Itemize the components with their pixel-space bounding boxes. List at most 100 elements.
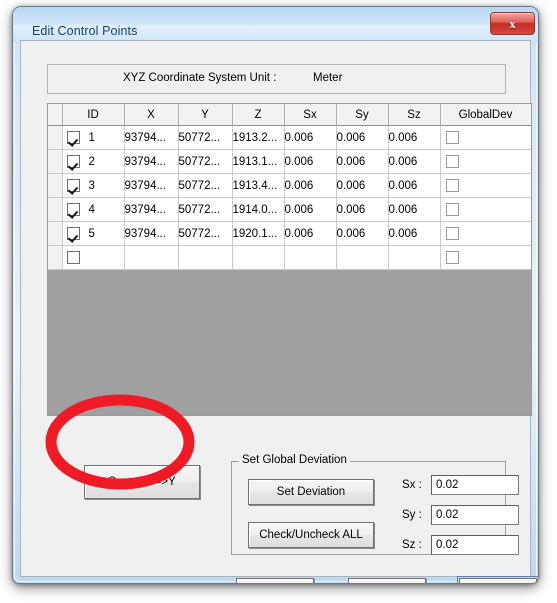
close-icon: x bbox=[509, 16, 516, 31]
cell-sx[interactable]: 0.006 bbox=[284, 125, 337, 150]
cell-sz[interactable]: 0.006 bbox=[388, 197, 441, 222]
cell-y[interactable]: 50772... bbox=[178, 125, 233, 150]
cell-y[interactable]: 50772... bbox=[178, 173, 233, 198]
cell-sy[interactable] bbox=[336, 245, 389, 270]
cell-sy[interactable]: 0.006 bbox=[336, 173, 389, 198]
control-points-grid[interactable]: ID X Y Z Sx Sy Sz GlobalDev 1 93794... 507… bbox=[47, 103, 532, 416]
cell-id[interactable]: 2 bbox=[62, 149, 125, 174]
cell-sy[interactable]: 0.006 bbox=[336, 221, 389, 246]
cell-globaldev[interactable] bbox=[440, 125, 531, 150]
cell-y[interactable] bbox=[178, 245, 233, 270]
row-checkbox[interactable] bbox=[66, 131, 80, 144]
cell-sx[interactable]: 0.006 bbox=[284, 149, 337, 174]
cell-sy[interactable]: 0.006 bbox=[336, 197, 389, 222]
row-selector-cell[interactable] bbox=[48, 245, 63, 270]
row-id-label: 5 bbox=[88, 227, 95, 240]
cell-sz[interactable]: 0.006 bbox=[388, 173, 441, 198]
save-as-button[interactable]: Save As bbox=[236, 578, 314, 583]
close-button[interactable]: x bbox=[490, 12, 535, 35]
globaldev-checkbox[interactable] bbox=[445, 251, 459, 264]
row-selector-cell[interactable] bbox=[48, 149, 63, 174]
set-deviation-button[interactable]: Set Deviation bbox=[248, 479, 374, 505]
cell-id[interactable]: 5 bbox=[62, 221, 125, 246]
cell-id[interactable] bbox=[62, 245, 125, 270]
cell-globaldev[interactable] bbox=[440, 221, 531, 246]
cancel-button[interactable]: Cancel bbox=[348, 578, 426, 583]
cell-z[interactable]: 1913.1... bbox=[232, 149, 285, 174]
coordinate-unit-panel: XYZ Coordinate System Unit : Meter bbox=[47, 64, 506, 94]
cell-x[interactable]: 93794... bbox=[124, 149, 179, 174]
column-header-select[interactable] bbox=[48, 104, 63, 126]
cell-sx[interactable]: 0.006 bbox=[284, 173, 337, 198]
row-selector-cell[interactable] bbox=[48, 221, 63, 246]
cell-z[interactable]: 1920.1... bbox=[232, 221, 285, 246]
cell-z[interactable]: 1913.4... bbox=[232, 173, 285, 198]
sy-input[interactable]: 0.02 bbox=[431, 505, 519, 525]
cell-x[interactable]: 93794... bbox=[124, 221, 179, 246]
cell-globaldev[interactable] bbox=[440, 173, 531, 198]
column-header-sy[interactable]: Sy bbox=[336, 104, 389, 126]
window-title: Edit Control Points bbox=[32, 24, 138, 38]
cell-sz[interactable]: 0.006 bbox=[388, 149, 441, 174]
table-row[interactable]: 1 93794... 50772... 1913.2... 0.006 0.006 0.00… bbox=[48, 125, 531, 150]
table-row[interactable] bbox=[48, 245, 531, 270]
sz-input[interactable]: 0.02 bbox=[431, 535, 519, 555]
cell-sx[interactable]: 0.006 bbox=[284, 197, 337, 222]
cell-z[interactable] bbox=[232, 245, 285, 270]
cell-y[interactable]: 50772... bbox=[178, 149, 233, 174]
cell-sy[interactable]: 0.006 bbox=[336, 149, 389, 174]
cell-sy[interactable]: 0.006 bbox=[336, 125, 389, 150]
dialog-window: Edit Control Points x XYZ Coordinate Sys… bbox=[12, 6, 539, 584]
table-row[interactable]: 4 93794... 50772... 1914.0... 0.006 0.006 0.00… bbox=[48, 197, 531, 222]
row-checkbox[interactable] bbox=[66, 155, 80, 168]
cell-sz[interactable] bbox=[388, 245, 441, 270]
cell-globaldev[interactable] bbox=[440, 149, 531, 174]
row-checkbox[interactable] bbox=[66, 251, 80, 264]
cell-id[interactable]: 1 bbox=[62, 125, 125, 150]
table-row[interactable]: 2 93794... 50772... 1913.1... 0.006 0.006 0.00… bbox=[48, 149, 531, 174]
cell-sx[interactable]: 0.006 bbox=[284, 221, 337, 246]
row-checkbox[interactable] bbox=[66, 203, 80, 216]
row-checkbox[interactable] bbox=[66, 179, 80, 192]
column-header-y[interactable]: Y bbox=[178, 104, 233, 126]
sx-input[interactable]: 0.02 bbox=[431, 475, 519, 495]
cell-z[interactable]: 1913.2... bbox=[232, 125, 285, 150]
row-selector-cell[interactable] bbox=[48, 173, 63, 198]
cell-sz[interactable]: 0.006 bbox=[388, 125, 441, 150]
row-selector-cell[interactable] bbox=[48, 125, 63, 150]
column-header-id[interactable]: ID bbox=[62, 104, 125, 126]
sx-label: Sx : bbox=[402, 479, 422, 491]
table-row[interactable]: 5 93794... 50772... 1920.1... 0.006 0.006 0.00… bbox=[48, 221, 531, 246]
cell-x[interactable]: 93794... bbox=[124, 197, 179, 222]
globaldev-checkbox[interactable] bbox=[445, 179, 459, 192]
swap-xy-button[interactable]: Swap X<=>Y bbox=[84, 465, 200, 499]
cell-x[interactable]: 93794... bbox=[124, 125, 179, 150]
column-header-sz[interactable]: Sz bbox=[388, 104, 441, 126]
cell-sz[interactable]: 0.006 bbox=[388, 221, 441, 246]
sz-label: Sz : bbox=[402, 539, 422, 551]
globaldev-checkbox[interactable] bbox=[445, 155, 459, 168]
cell-sx[interactable] bbox=[284, 245, 337, 270]
column-header-x[interactable]: X bbox=[124, 104, 179, 126]
cell-id[interactable]: 4 bbox=[62, 197, 125, 222]
cell-globaldev[interactable] bbox=[440, 197, 531, 222]
column-header-z[interactable]: Z bbox=[232, 104, 285, 126]
cell-x[interactable]: 93794... bbox=[124, 173, 179, 198]
cell-y[interactable]: 50772... bbox=[178, 197, 233, 222]
cell-id[interactable]: 3 bbox=[62, 173, 125, 198]
row-selector-cell[interactable] bbox=[48, 197, 63, 222]
globaldev-checkbox[interactable] bbox=[445, 227, 459, 240]
globaldev-checkbox[interactable] bbox=[445, 203, 459, 216]
check-uncheck-all-button[interactable]: Check/Uncheck ALL bbox=[248, 522, 374, 548]
row-checkbox[interactable] bbox=[66, 227, 80, 240]
control-points-table: ID X Y Z Sx Sy Sz GlobalDev 1 93794... 507… bbox=[48, 104, 531, 270]
column-header-sx[interactable]: Sx bbox=[284, 104, 337, 126]
table-row[interactable]: 3 93794... 50772... 1913.4... 0.006 0.006 0.00… bbox=[48, 173, 531, 198]
column-header-globaldev[interactable]: GlobalDev bbox=[440, 104, 531, 126]
cell-globaldev[interactable] bbox=[440, 245, 531, 270]
ok-button[interactable]: Ok bbox=[459, 578, 537, 583]
cell-x[interactable] bbox=[124, 245, 179, 270]
cell-z[interactable]: 1914.0... bbox=[232, 197, 285, 222]
globaldev-checkbox[interactable] bbox=[445, 131, 459, 144]
cell-y[interactable]: 50772... bbox=[178, 221, 233, 246]
